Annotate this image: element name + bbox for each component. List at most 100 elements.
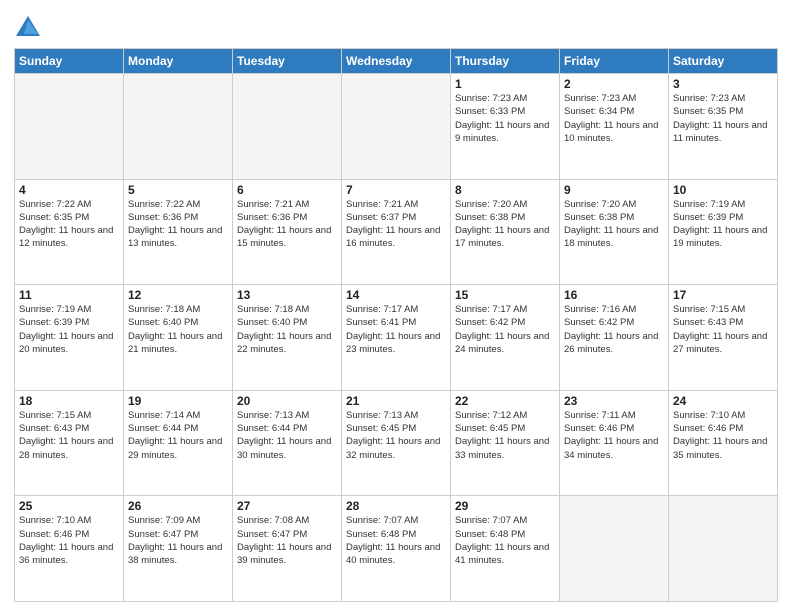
- calendar-cell: 28Sunrise: 7:07 AMSunset: 6:48 PMDayligh…: [342, 496, 451, 602]
- weekday-header-wednesday: Wednesday: [342, 49, 451, 74]
- day-number: 10: [673, 183, 773, 197]
- weekday-row: SundayMondayTuesdayWednesdayThursdayFrid…: [15, 49, 778, 74]
- calendar-cell: 25Sunrise: 7:10 AMSunset: 6:46 PMDayligh…: [15, 496, 124, 602]
- day-number: 5: [128, 183, 228, 197]
- day-info: Sunrise: 7:16 AMSunset: 6:42 PMDaylight:…: [564, 303, 664, 356]
- day-number: 14: [346, 288, 446, 302]
- calendar-cell: 14Sunrise: 7:17 AMSunset: 6:41 PMDayligh…: [342, 285, 451, 391]
- calendar-week-3: 11Sunrise: 7:19 AMSunset: 6:39 PMDayligh…: [15, 285, 778, 391]
- day-number: 18: [19, 394, 119, 408]
- day-number: 11: [19, 288, 119, 302]
- weekday-header-monday: Monday: [124, 49, 233, 74]
- day-info: Sunrise: 7:14 AMSunset: 6:44 PMDaylight:…: [128, 409, 228, 462]
- calendar-cell: [560, 496, 669, 602]
- logo-icon: [14, 14, 42, 42]
- day-number: 4: [19, 183, 119, 197]
- calendar-week-5: 25Sunrise: 7:10 AMSunset: 6:46 PMDayligh…: [15, 496, 778, 602]
- day-info: Sunrise: 7:20 AMSunset: 6:38 PMDaylight:…: [455, 198, 555, 251]
- weekday-header-sunday: Sunday: [15, 49, 124, 74]
- calendar-body: 1Sunrise: 7:23 AMSunset: 6:33 PMDaylight…: [15, 74, 778, 602]
- weekday-header-thursday: Thursday: [451, 49, 560, 74]
- day-info: Sunrise: 7:15 AMSunset: 6:43 PMDaylight:…: [673, 303, 773, 356]
- day-number: 26: [128, 499, 228, 513]
- day-number: 6: [237, 183, 337, 197]
- calendar-header: SundayMondayTuesdayWednesdayThursdayFrid…: [15, 49, 778, 74]
- calendar-cell: 4Sunrise: 7:22 AMSunset: 6:35 PMDaylight…: [15, 179, 124, 285]
- calendar-cell: 21Sunrise: 7:13 AMSunset: 6:45 PMDayligh…: [342, 390, 451, 496]
- day-info: Sunrise: 7:21 AMSunset: 6:37 PMDaylight:…: [346, 198, 446, 251]
- calendar-cell: 24Sunrise: 7:10 AMSunset: 6:46 PMDayligh…: [669, 390, 778, 496]
- calendar-week-1: 1Sunrise: 7:23 AMSunset: 6:33 PMDaylight…: [15, 74, 778, 180]
- day-info: Sunrise: 7:23 AMSunset: 6:34 PMDaylight:…: [564, 92, 664, 145]
- day-info: Sunrise: 7:09 AMSunset: 6:47 PMDaylight:…: [128, 514, 228, 567]
- calendar-cell: 15Sunrise: 7:17 AMSunset: 6:42 PMDayligh…: [451, 285, 560, 391]
- calendar-cell: 3Sunrise: 7:23 AMSunset: 6:35 PMDaylight…: [669, 74, 778, 180]
- day-number: 19: [128, 394, 228, 408]
- calendar-cell: 16Sunrise: 7:16 AMSunset: 6:42 PMDayligh…: [560, 285, 669, 391]
- calendar-cell: 10Sunrise: 7:19 AMSunset: 6:39 PMDayligh…: [669, 179, 778, 285]
- day-number: 2: [564, 77, 664, 91]
- day-number: 24: [673, 394, 773, 408]
- calendar-cell: 19Sunrise: 7:14 AMSunset: 6:44 PMDayligh…: [124, 390, 233, 496]
- calendar-table: SundayMondayTuesdayWednesdayThursdayFrid…: [14, 48, 778, 602]
- day-info: Sunrise: 7:22 AMSunset: 6:35 PMDaylight:…: [19, 198, 119, 251]
- calendar-cell: 13Sunrise: 7:18 AMSunset: 6:40 PMDayligh…: [233, 285, 342, 391]
- calendar-cell: 11Sunrise: 7:19 AMSunset: 6:39 PMDayligh…: [15, 285, 124, 391]
- calendar-cell: [669, 496, 778, 602]
- calendar-cell: 9Sunrise: 7:20 AMSunset: 6:38 PMDaylight…: [560, 179, 669, 285]
- day-number: 29: [455, 499, 555, 513]
- day-number: 3: [673, 77, 773, 91]
- day-info: Sunrise: 7:23 AMSunset: 6:33 PMDaylight:…: [455, 92, 555, 145]
- calendar-cell: 8Sunrise: 7:20 AMSunset: 6:38 PMDaylight…: [451, 179, 560, 285]
- day-info: Sunrise: 7:18 AMSunset: 6:40 PMDaylight:…: [128, 303, 228, 356]
- calendar-cell: 22Sunrise: 7:12 AMSunset: 6:45 PMDayligh…: [451, 390, 560, 496]
- day-info: Sunrise: 7:12 AMSunset: 6:45 PMDaylight:…: [455, 409, 555, 462]
- calendar-cell: 29Sunrise: 7:07 AMSunset: 6:48 PMDayligh…: [451, 496, 560, 602]
- calendar-cell: [124, 74, 233, 180]
- calendar-cell: 26Sunrise: 7:09 AMSunset: 6:47 PMDayligh…: [124, 496, 233, 602]
- day-number: 15: [455, 288, 555, 302]
- calendar-cell: [342, 74, 451, 180]
- day-number: 12: [128, 288, 228, 302]
- day-number: 9: [564, 183, 664, 197]
- day-number: 7: [346, 183, 446, 197]
- calendar-cell: 2Sunrise: 7:23 AMSunset: 6:34 PMDaylight…: [560, 74, 669, 180]
- calendar-cell: 5Sunrise: 7:22 AMSunset: 6:36 PMDaylight…: [124, 179, 233, 285]
- day-info: Sunrise: 7:15 AMSunset: 6:43 PMDaylight:…: [19, 409, 119, 462]
- day-number: 28: [346, 499, 446, 513]
- day-info: Sunrise: 7:19 AMSunset: 6:39 PMDaylight:…: [19, 303, 119, 356]
- day-number: 21: [346, 394, 446, 408]
- calendar-cell: 17Sunrise: 7:15 AMSunset: 6:43 PMDayligh…: [669, 285, 778, 391]
- day-info: Sunrise: 7:13 AMSunset: 6:44 PMDaylight:…: [237, 409, 337, 462]
- day-info: Sunrise: 7:11 AMSunset: 6:46 PMDaylight:…: [564, 409, 664, 462]
- page: SundayMondayTuesdayWednesdayThursdayFrid…: [0, 0, 792, 612]
- calendar-week-4: 18Sunrise: 7:15 AMSunset: 6:43 PMDayligh…: [15, 390, 778, 496]
- day-number: 13: [237, 288, 337, 302]
- day-number: 27: [237, 499, 337, 513]
- day-info: Sunrise: 7:10 AMSunset: 6:46 PMDaylight:…: [673, 409, 773, 462]
- calendar-cell: 18Sunrise: 7:15 AMSunset: 6:43 PMDayligh…: [15, 390, 124, 496]
- day-info: Sunrise: 7:17 AMSunset: 6:42 PMDaylight:…: [455, 303, 555, 356]
- day-info: Sunrise: 7:19 AMSunset: 6:39 PMDaylight:…: [673, 198, 773, 251]
- header: [14, 10, 778, 42]
- day-info: Sunrise: 7:20 AMSunset: 6:38 PMDaylight:…: [564, 198, 664, 251]
- day-info: Sunrise: 7:07 AMSunset: 6:48 PMDaylight:…: [455, 514, 555, 567]
- calendar-cell: [233, 74, 342, 180]
- day-number: 17: [673, 288, 773, 302]
- day-info: Sunrise: 7:23 AMSunset: 6:35 PMDaylight:…: [673, 92, 773, 145]
- day-info: Sunrise: 7:18 AMSunset: 6:40 PMDaylight:…: [237, 303, 337, 356]
- day-number: 23: [564, 394, 664, 408]
- day-info: Sunrise: 7:07 AMSunset: 6:48 PMDaylight:…: [346, 514, 446, 567]
- day-info: Sunrise: 7:10 AMSunset: 6:46 PMDaylight:…: [19, 514, 119, 567]
- day-number: 16: [564, 288, 664, 302]
- calendar-cell: 7Sunrise: 7:21 AMSunset: 6:37 PMDaylight…: [342, 179, 451, 285]
- day-info: Sunrise: 7:17 AMSunset: 6:41 PMDaylight:…: [346, 303, 446, 356]
- weekday-header-saturday: Saturday: [669, 49, 778, 74]
- day-info: Sunrise: 7:21 AMSunset: 6:36 PMDaylight:…: [237, 198, 337, 251]
- calendar-cell: 20Sunrise: 7:13 AMSunset: 6:44 PMDayligh…: [233, 390, 342, 496]
- calendar-cell: 23Sunrise: 7:11 AMSunset: 6:46 PMDayligh…: [560, 390, 669, 496]
- weekday-header-tuesday: Tuesday: [233, 49, 342, 74]
- calendar-week-2: 4Sunrise: 7:22 AMSunset: 6:35 PMDaylight…: [15, 179, 778, 285]
- day-number: 22: [455, 394, 555, 408]
- day-info: Sunrise: 7:08 AMSunset: 6:47 PMDaylight:…: [237, 514, 337, 567]
